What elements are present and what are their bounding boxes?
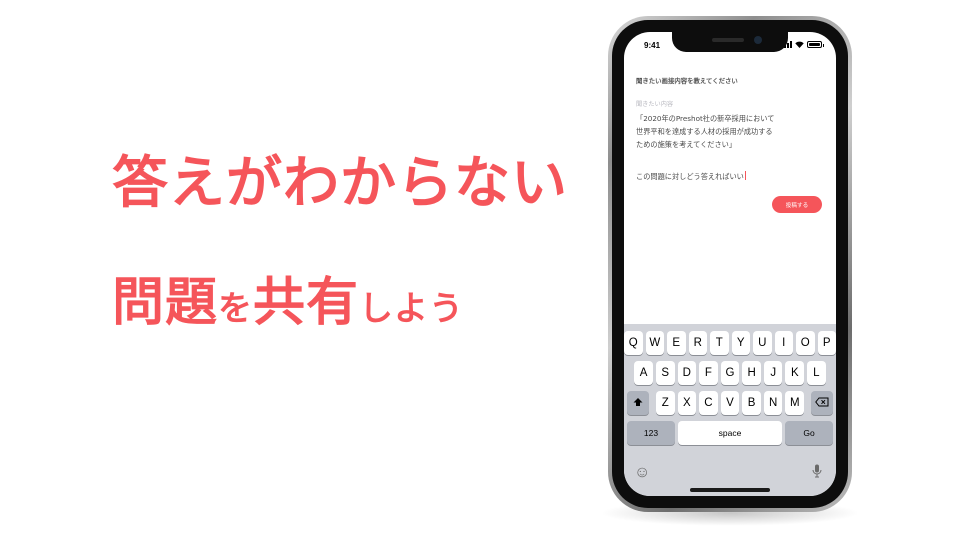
post-row: 投稿する: [636, 196, 824, 213]
key-t[interactable]: T: [710, 331, 729, 355]
phone-notch: [672, 32, 788, 52]
key-a[interactable]: A: [634, 361, 653, 385]
post-button[interactable]: 投稿する: [772, 196, 822, 213]
microphone-icon[interactable]: [812, 464, 822, 481]
key-q[interactable]: Q: [624, 331, 643, 355]
backspace-key[interactable]: [811, 391, 834, 415]
key-p[interactable]: P: [817, 331, 836, 355]
status-time: 9:41: [644, 41, 661, 50]
phone-frame: 9:41 聞きたい画接内容を教えてください 聞きたい内容 「2020年のPres…: [608, 16, 852, 512]
headline-word-lets: しよう: [359, 289, 465, 329]
numbers-key[interactable]: 123: [627, 421, 675, 445]
shift-icon: [633, 397, 643, 410]
shift-key[interactable]: [626, 391, 649, 415]
headline-line-1: 答えがわからない: [112, 151, 568, 216]
speaker-grille: [712, 38, 744, 42]
keyboard-row-3-letters: ZXCVBNM: [655, 391, 805, 415]
phone-screen: 9:41 聞きたい画接内容を教えてください 聞きたい内容 「2020年のPres…: [624, 32, 836, 496]
keyboard-row-2: ASDFGHJKL: [624, 361, 836, 385]
home-indicator: [690, 488, 770, 492]
key-x[interactable]: X: [677, 391, 697, 415]
battery-icon: [807, 41, 824, 48]
post-form: 聞きたい画接内容を教えてください 聞きたい内容 「2020年のPreshot社の…: [624, 76, 836, 213]
form-title: 聞きたい画接内容を教えてください: [636, 77, 738, 85]
backspace-icon: [815, 397, 829, 410]
go-key[interactable]: Go: [785, 421, 833, 445]
keyboard-row-4: 123 space Go: [624, 421, 836, 445]
key-i[interactable]: I: [774, 331, 793, 355]
phone-bezel: 9:41 聞きたい画接内容を教えてください 聞きたい内容 「2020年のPres…: [612, 20, 848, 508]
key-s[interactable]: S: [655, 361, 675, 385]
headline-word-share: 共有: [253, 273, 360, 333]
question-input-text: この問題に対しどう答えればいい: [636, 172, 744, 181]
question-content: 「2020年のPreshot社の新卒採用において 世界平和を達成する人材の採用が…: [636, 114, 775, 149]
key-g[interactable]: G: [720, 361, 740, 385]
headline-word-problem: 問題: [112, 273, 219, 333]
key-l[interactable]: L: [807, 361, 826, 385]
key-n[interactable]: N: [763, 391, 783, 415]
keyboard-bottom-bar: ☺: [624, 462, 836, 490]
key-o[interactable]: O: [796, 331, 815, 355]
key-e[interactable]: E: [667, 331, 686, 355]
key-z[interactable]: Z: [655, 391, 675, 415]
space-key[interactable]: space: [678, 421, 782, 445]
text-cursor: [744, 171, 746, 180]
key-m[interactable]: M: [785, 391, 805, 415]
key-h[interactable]: H: [742, 361, 761, 385]
key-j[interactable]: J: [763, 361, 783, 385]
key-k[interactable]: K: [785, 361, 805, 385]
key-w[interactable]: W: [645, 331, 664, 355]
field-label: 聞きたい内容: [636, 101, 674, 108]
key-r[interactable]: R: [688, 331, 707, 355]
wifi-icon: [795, 41, 804, 48]
keyboard-row-3: ZXCVBNM: [624, 391, 836, 415]
emoji-icon[interactable]: ☺: [634, 464, 650, 482]
keyboard-row-1: QWERTYUIOP: [624, 331, 836, 355]
front-camera: [754, 36, 762, 44]
key-d[interactable]: D: [677, 361, 697, 385]
battery-level: [809, 43, 820, 46]
key-u[interactable]: U: [753, 331, 772, 355]
question-input[interactable]: この問題に対しどう答えればいい: [636, 171, 824, 182]
key-v[interactable]: V: [720, 391, 740, 415]
key-c[interactable]: C: [699, 391, 718, 415]
headline-line-2: 問題を共有しよう: [112, 260, 464, 335]
keyboard: QWERTYUIOP ASDFGHJKL ZXCVBNM 123 space G…: [624, 324, 836, 496]
key-b[interactable]: B: [742, 391, 761, 415]
key-y[interactable]: Y: [731, 331, 750, 355]
key-f[interactable]: F: [699, 361, 718, 385]
headline-particle-wo: を: [218, 289, 254, 329]
